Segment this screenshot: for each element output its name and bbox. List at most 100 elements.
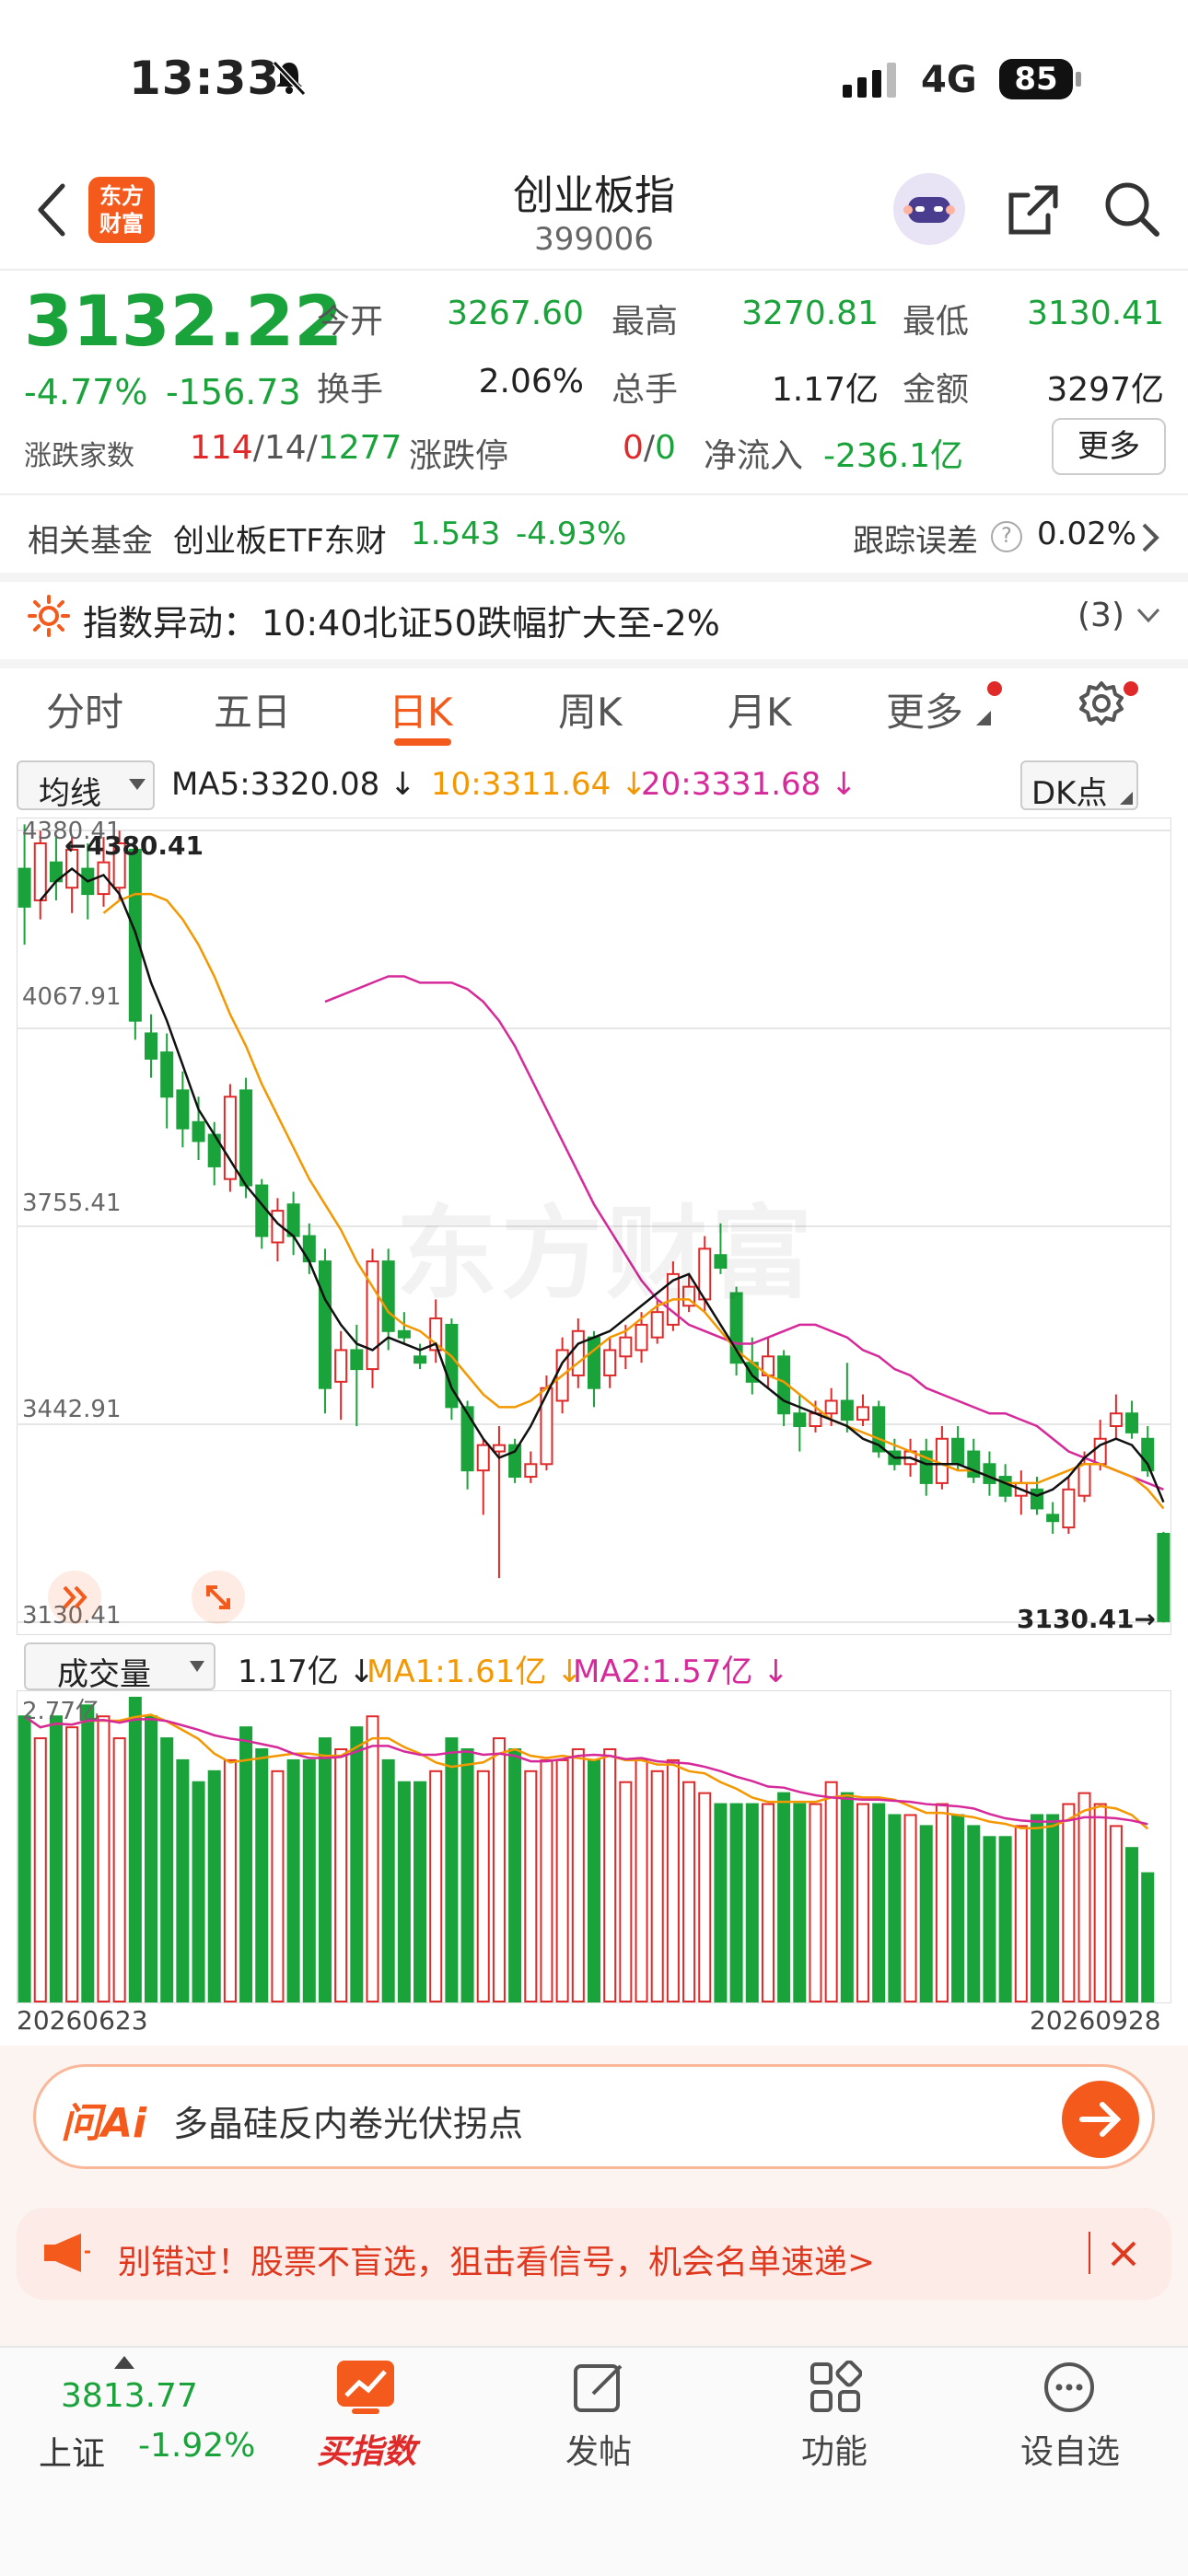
- alert-text[interactable]: 10:40北证50跌幅扩大至-2%: [262, 595, 720, 645]
- breadth-label: 涨跌家数: [24, 440, 134, 472]
- function-icon[interactable]: [809, 2360, 863, 2418]
- add-watchlist-icon[interactable]: [1042, 2361, 1096, 2418]
- buy-index-icon[interactable]: [335, 2359, 396, 2419]
- battery-level: 85: [999, 59, 1073, 99]
- candle: [271, 1198, 285, 1262]
- candle: [223, 1084, 237, 1192]
- candle: [840, 1363, 854, 1433]
- y-tick-3: 3755.41: [22, 1189, 122, 1217]
- breadth-values: 114/14/1277: [190, 429, 402, 467]
- volume-bar: [745, 1803, 759, 2002]
- ai-query-text[interactable]: 多晶硅反内卷光伏拐点: [173, 2095, 523, 2146]
- fund-name[interactable]: 创业板ETF东财: [173, 516, 387, 561]
- end-date: 20260928: [1030, 2005, 1161, 2036]
- volume-bar: [145, 1715, 158, 2002]
- share-icon[interactable]: [1004, 179, 1065, 243]
- signal-icon: [843, 61, 903, 101]
- help-icon[interactable]: ?: [991, 521, 1022, 552]
- volume-indicator-select[interactable]: 成交量: [24, 1642, 215, 1693]
- tab-monthly-k[interactable]: 月K: [728, 681, 792, 737]
- change-pct: -4.77%: [24, 372, 148, 412]
- tracking-value: 0.02%: [1037, 516, 1137, 552]
- candle: [49, 837, 63, 900]
- volume-max-label: 2.77亿: [22, 1698, 99, 1725]
- candle: [286, 1191, 300, 1256]
- fullscreen-icon[interactable]: [192, 1571, 245, 1624]
- candle: [160, 1033, 174, 1129]
- more-button[interactable]: 更多: [1052, 418, 1166, 475]
- volume-bar: [809, 1803, 822, 2002]
- tab-five-day[interactable]: 五日: [214, 681, 291, 737]
- candle: [492, 1426, 506, 1579]
- volume-chart[interactable]: [17, 1690, 1171, 2003]
- alert-count[interactable]: (3): [1077, 597, 1124, 634]
- volume-bar: [666, 1758, 680, 2003]
- ai-submit-button[interactable]: [1062, 2081, 1139, 2158]
- volume-bar: [777, 1792, 791, 2002]
- add-watchlist-label[interactable]: 设自选: [978, 2425, 1162, 2473]
- volume-bar: [872, 1803, 886, 2002]
- robot-avatar-icon[interactable]: [893, 173, 965, 245]
- inflow-value: -236.1亿: [823, 437, 964, 475]
- volume-bar: [445, 1737, 459, 2002]
- indicator-select[interactable]: 均线: [17, 760, 155, 812]
- chevron-down-icon[interactable]: [1135, 604, 1162, 630]
- volume-bar: [983, 1836, 996, 2002]
- candle: [366, 1248, 379, 1388]
- sh-index-pct[interactable]: -1.92%: [138, 2427, 255, 2465]
- more-badge: [987, 681, 1002, 696]
- post-label[interactable]: 发帖: [507, 2425, 691, 2473]
- volume-bar: [460, 1747, 474, 2003]
- volume-bar: [761, 1803, 775, 2002]
- volume-bar: [967, 1825, 981, 2002]
- amount-value: 3297亿: [1046, 371, 1164, 409]
- settings-icon[interactable]: [1076, 678, 1127, 733]
- volume-bar: [1062, 1803, 1076, 2002]
- dk-point-button[interactable]: DK点: [1020, 760, 1138, 812]
- candle: [809, 1400, 822, 1433]
- vol-ma1-legend: MA1:1.61亿 ↓: [367, 1654, 583, 1690]
- mute-icon: [269, 57, 309, 101]
- low-value: 3130.41: [1027, 295, 1164, 332]
- volume-bar: [840, 1792, 854, 2002]
- ma10-legend: 10:3311.64 ↓: [431, 766, 647, 803]
- volume-bar: [366, 1715, 379, 2002]
- search-icon[interactable]: [1101, 179, 1162, 243]
- volume-bar: [429, 1770, 443, 2003]
- limit-down: 0: [655, 429, 676, 467]
- volume-bar: [176, 1758, 190, 2003]
- volume-bar: [524, 1770, 538, 2003]
- tab-weekly-k[interactable]: 周K: [558, 681, 623, 737]
- candle: [207, 1121, 221, 1186]
- alert-label: 指数异动：: [83, 603, 259, 644]
- candle: [1109, 1394, 1123, 1439]
- sh-index-value[interactable]: 3813.77: [61, 2377, 198, 2415]
- function-label[interactable]: 功能: [742, 2425, 926, 2473]
- more-triangle-icon: [976, 711, 991, 729]
- volume-bar: [856, 1803, 870, 2002]
- promo-text[interactable]: 别错过！股票不盲选，狙击看信号，机会名单速递>: [118, 2235, 875, 2283]
- open-label: 今开: [317, 303, 384, 341]
- volume-bar: [508, 1747, 522, 2003]
- expand-left-icon[interactable]: [48, 1571, 101, 1624]
- candle: [603, 1337, 617, 1388]
- candle: [334, 1330, 348, 1421]
- volume-bar: [1141, 1872, 1155, 2002]
- settings-badge: [1124, 681, 1138, 696]
- close-icon[interactable]: [1109, 2239, 1138, 2272]
- last-price: 3132.22: [24, 280, 344, 362]
- volume-bar: [555, 1758, 569, 2003]
- status-time: 13:33: [129, 52, 281, 105]
- tab-daily-k[interactable]: 日K: [389, 681, 453, 737]
- active-tab-underline: [394, 738, 451, 746]
- volume-bar: [476, 1770, 490, 2003]
- buy-index-label[interactable]: 买指数: [274, 2425, 459, 2473]
- post-icon[interactable]: [573, 2361, 626, 2418]
- tab-intraday[interactable]: 分时: [46, 681, 123, 737]
- tab-more[interactable]: 更多: [886, 681, 963, 737]
- candle: [1046, 1502, 1060, 1534]
- volume-bar: [271, 1770, 285, 2003]
- sh-index-name[interactable]: 上证: [39, 2427, 105, 2475]
- chevron-right-icon[interactable]: [1138, 521, 1160, 558]
- volume-bar: [381, 1758, 395, 2003]
